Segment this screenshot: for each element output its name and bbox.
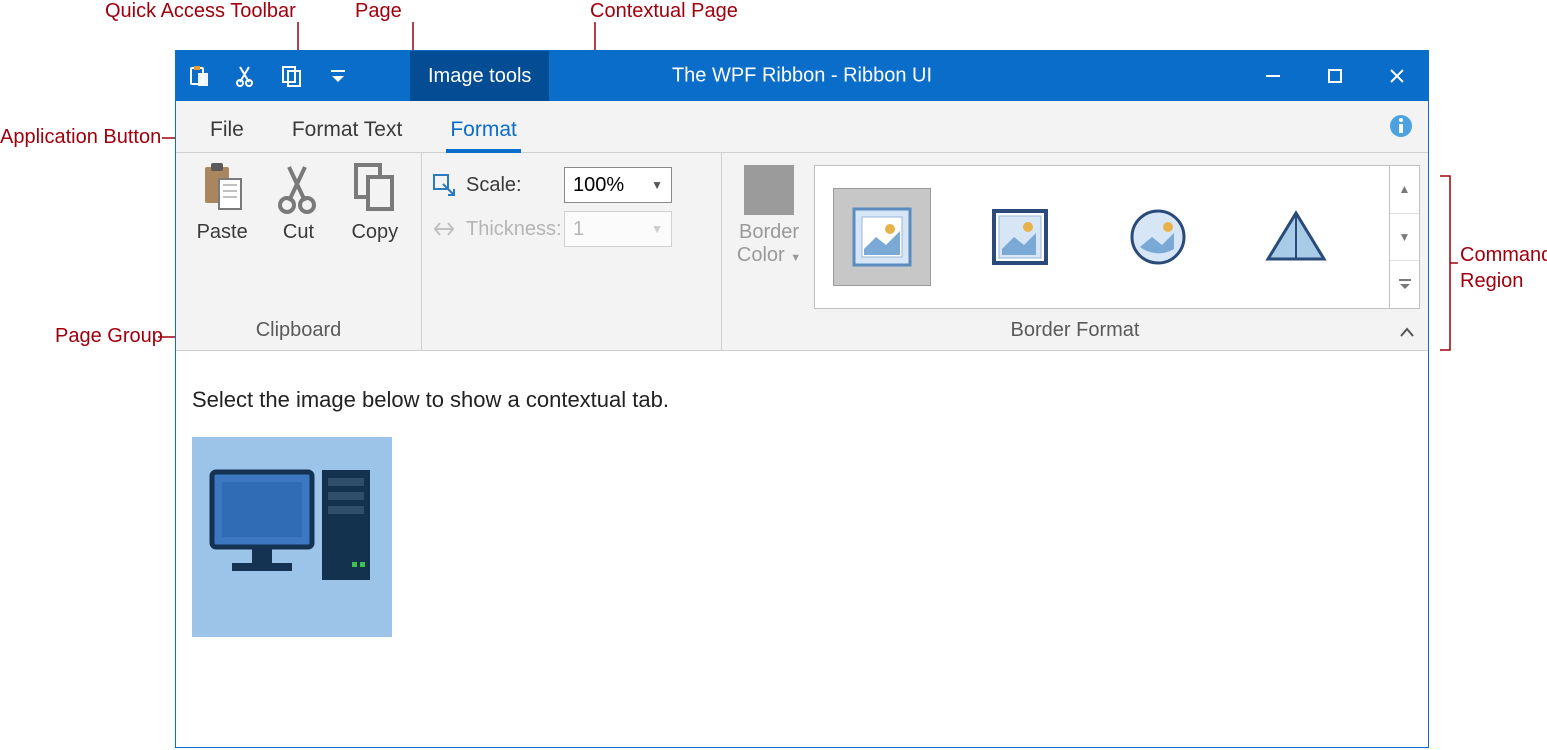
scale-value: 100% bbox=[573, 174, 624, 197]
cut-label: Cut bbox=[283, 221, 314, 244]
gallery-item-4[interactable] bbox=[1247, 188, 1345, 286]
gallery-item-3[interactable] bbox=[1109, 188, 1207, 286]
ribbon-tabs: File Format Text Format bbox=[176, 101, 1428, 153]
paste-label: Paste bbox=[197, 221, 248, 244]
cut-button[interactable]: Cut bbox=[260, 159, 336, 315]
gallery-scrollbar: ▲ ▼ bbox=[1389, 166, 1419, 308]
gallery-scroll-up[interactable]: ▲ bbox=[1390, 166, 1419, 213]
app-window: Image tools The WPF Ribbon - Ribbon UI F… bbox=[175, 50, 1429, 748]
group-border-format: Border Color ▼ bbox=[722, 153, 1428, 350]
tab-file[interactable]: File bbox=[186, 108, 268, 152]
maximize-button[interactable] bbox=[1304, 51, 1366, 101]
thickness-combo: 1 ▼ bbox=[564, 211, 672, 247]
group-clipboard: Paste Cut Copy Clipboard bbox=[176, 153, 422, 350]
border-color-label1: Border bbox=[739, 221, 799, 244]
titlebar: Image tools The WPF Ribbon - Ribbon UI bbox=[176, 51, 1428, 101]
scale-combo[interactable]: 100% ▼ bbox=[564, 167, 672, 203]
thickness-value: 1 bbox=[573, 218, 584, 241]
scale-label: Scale: bbox=[466, 174, 564, 197]
thickness-icon bbox=[430, 215, 458, 243]
gallery-scroll-down[interactable]: ▼ bbox=[1390, 213, 1419, 261]
border-color-label2: Color ▼ bbox=[737, 244, 801, 267]
gallery-item-2[interactable] bbox=[971, 188, 1069, 286]
qat-dropdown-button[interactable] bbox=[322, 60, 354, 92]
group-scale-empty-label bbox=[430, 315, 713, 350]
scale-icon bbox=[430, 171, 458, 199]
sample-image[interactable] bbox=[192, 437, 392, 637]
window-title: The WPF Ribbon - Ribbon UI bbox=[176, 65, 1428, 88]
qat-paste-button[interactable] bbox=[184, 60, 216, 92]
close-button[interactable] bbox=[1366, 51, 1428, 101]
qat-copy-button[interactable] bbox=[276, 60, 308, 92]
copy-button[interactable]: Copy bbox=[337, 159, 413, 315]
group-clipboard-label: Clipboard bbox=[184, 315, 413, 350]
border-format-gallery: ▲ ▼ bbox=[814, 165, 1420, 309]
tab-format[interactable]: Format bbox=[426, 108, 541, 152]
info-icon[interactable] bbox=[1388, 113, 1416, 141]
group-border-format-label: Border Format bbox=[730, 315, 1420, 350]
ribbon-command-region: Paste Cut Copy Clipboard bbox=[176, 153, 1428, 351]
collapse-ribbon-button[interactable] bbox=[1396, 322, 1418, 344]
copy-label: Copy bbox=[351, 221, 398, 244]
contextual-tab-header[interactable]: Image tools bbox=[410, 51, 549, 101]
paste-button[interactable]: Paste bbox=[184, 159, 260, 315]
group-scale: Scale: 100% ▼ Thickness: 1 ▼ bbox=[422, 153, 722, 350]
document-area: Select the image below to show a context… bbox=[176, 351, 1428, 673]
gallery-expand[interactable] bbox=[1390, 260, 1419, 308]
hint-text: Select the image below to show a context… bbox=[192, 387, 1412, 413]
thickness-label: Thickness: bbox=[466, 218, 564, 241]
chevron-down-icon: ▼ bbox=[651, 178, 663, 192]
border-color-button[interactable]: Border Color ▼ bbox=[730, 159, 808, 315]
chevron-down-icon: ▼ bbox=[651, 222, 663, 236]
gallery-item-1[interactable] bbox=[833, 188, 931, 286]
color-swatch-icon bbox=[744, 165, 794, 215]
quick-access-toolbar bbox=[176, 51, 360, 101]
tab-format-text[interactable]: Format Text bbox=[268, 108, 426, 152]
minimize-button[interactable] bbox=[1242, 51, 1304, 101]
qat-cut-button[interactable] bbox=[230, 60, 262, 92]
